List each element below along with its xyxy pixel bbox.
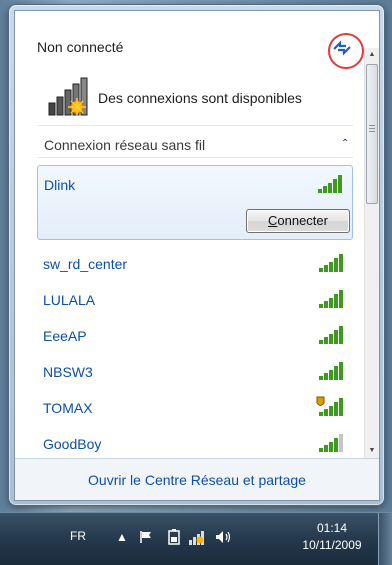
clock-time: 01:14 xyxy=(316,521,348,535)
signal-strength-icon xyxy=(319,434,343,452)
signal-bar xyxy=(334,258,338,272)
signal-bar xyxy=(329,406,333,416)
volume-icon[interactable] xyxy=(214,527,234,547)
connect-accelerator: C xyxy=(268,213,278,228)
network-item[interactable]: sw_rd_center xyxy=(37,245,353,281)
signal-bar xyxy=(339,362,343,380)
battery-icon[interactable] xyxy=(164,527,184,547)
signal-bar xyxy=(339,434,343,452)
signal-bar xyxy=(324,445,328,452)
signal-strength-icon xyxy=(319,290,343,308)
signal-bar xyxy=(338,175,342,193)
signal-bar xyxy=(318,189,322,193)
scroll-grip xyxy=(369,125,375,133)
footer: Ouvrir le Centre Réseau et partage xyxy=(15,459,379,500)
signal-bar xyxy=(334,402,338,416)
signal-bar xyxy=(339,326,343,344)
network-flyout: Non connecté Des connexions sont disponi… xyxy=(8,4,385,506)
signal-container xyxy=(315,432,345,452)
signal-bar xyxy=(319,412,323,416)
language-indicator[interactable]: FR xyxy=(70,529,86,543)
divider xyxy=(37,125,353,126)
network-name: EeeAP xyxy=(43,328,87,344)
show-desktop-button[interactable] xyxy=(378,513,392,565)
signal-bar xyxy=(329,370,333,380)
signal-bar xyxy=(333,179,337,193)
connection-status: Non connecté xyxy=(37,39,124,55)
network-name: LULALA xyxy=(43,292,96,308)
scroll-down-arrow-icon[interactable]: ▼ xyxy=(365,444,379,458)
signal-bar xyxy=(324,337,328,344)
signal-container xyxy=(315,288,345,308)
signal-bar xyxy=(319,448,323,452)
signal-container xyxy=(315,360,345,380)
signal-bar xyxy=(324,409,328,416)
signal-bar xyxy=(329,334,333,344)
network-available-icon xyxy=(48,77,88,116)
signal-bar xyxy=(334,294,338,308)
connect-button[interactable]: Connecter xyxy=(246,209,350,233)
signal-bar xyxy=(324,301,328,308)
shield-icon xyxy=(316,396,325,406)
signal-bar xyxy=(324,373,328,380)
signal-bar xyxy=(329,262,333,272)
clock[interactable]: 01:14 10/11/2009 xyxy=(292,520,372,554)
signal-bar xyxy=(339,398,343,416)
signal-bar xyxy=(319,304,323,308)
signal-strength-icon xyxy=(318,175,342,193)
network-item[interactable]: Dlink Connecter xyxy=(37,165,353,240)
signal-bar xyxy=(319,268,323,272)
network-item[interactable]: EeeAP xyxy=(37,317,353,353)
network-name: sw_rd_center xyxy=(43,256,128,272)
collapse-chevron-icon[interactable]: ⌃ xyxy=(341,138,349,149)
signal-secured-icon xyxy=(316,396,343,416)
signal-bar xyxy=(334,438,338,452)
open-network-center-link[interactable]: Ouvrir le Centre Réseau et partage xyxy=(15,472,379,488)
connect-label: onnecter xyxy=(277,213,328,228)
signal-bar xyxy=(334,366,338,380)
clock-date: 10/11/2009 xyxy=(302,538,362,552)
signal-strength-icon xyxy=(319,362,343,380)
action-center-flag-icon[interactable] xyxy=(136,527,156,547)
signal-container xyxy=(315,252,345,272)
section-header: Connexion réseau sans fil xyxy=(44,137,206,153)
network-item[interactable]: TOMAX xyxy=(37,389,353,425)
network-name: Dlink xyxy=(44,177,76,193)
signal-container xyxy=(315,324,345,344)
signal-strength-icon xyxy=(319,254,343,272)
show-hidden-icons-icon[interactable]: ▲ xyxy=(112,527,132,547)
signal-bar xyxy=(319,376,323,380)
network-tray-icon[interactable] xyxy=(188,527,208,547)
network-item[interactable]: GoodBoy xyxy=(37,425,353,461)
signal-bar xyxy=(319,340,323,344)
scroll-thumb[interactable] xyxy=(366,64,378,204)
scrollbar[interactable]: ▲ ▼ xyxy=(364,48,379,458)
taskbar: FR ▲ 01:14 10/11/2009 xyxy=(0,512,392,565)
signal-container xyxy=(315,396,345,416)
signal-bar xyxy=(329,298,333,308)
flyout-panel: Non connecté Des connexions sont disponi… xyxy=(14,10,380,501)
signal-bar xyxy=(334,330,338,344)
network-name: GoodBoy xyxy=(43,436,102,452)
network-name: NBSW3 xyxy=(43,364,93,380)
signal-bar xyxy=(324,265,328,272)
signal-bar xyxy=(329,442,333,452)
scroll-up-arrow-icon[interactable]: ▲ xyxy=(365,48,379,62)
signal-container xyxy=(314,173,344,193)
network-item[interactable]: NBSW3 xyxy=(37,353,353,389)
divider xyxy=(37,157,353,158)
highlight-circle xyxy=(328,33,364,69)
network-name: TOMAX xyxy=(43,400,93,416)
signal-bar xyxy=(339,254,343,272)
network-item[interactable]: LULALA xyxy=(37,281,353,317)
signal-bar xyxy=(339,290,343,308)
connections-available-label: Des connexions sont disponibles xyxy=(98,90,302,106)
signal-strength-icon xyxy=(319,326,343,344)
signal-bar xyxy=(328,183,332,193)
signal-bar xyxy=(323,186,327,193)
